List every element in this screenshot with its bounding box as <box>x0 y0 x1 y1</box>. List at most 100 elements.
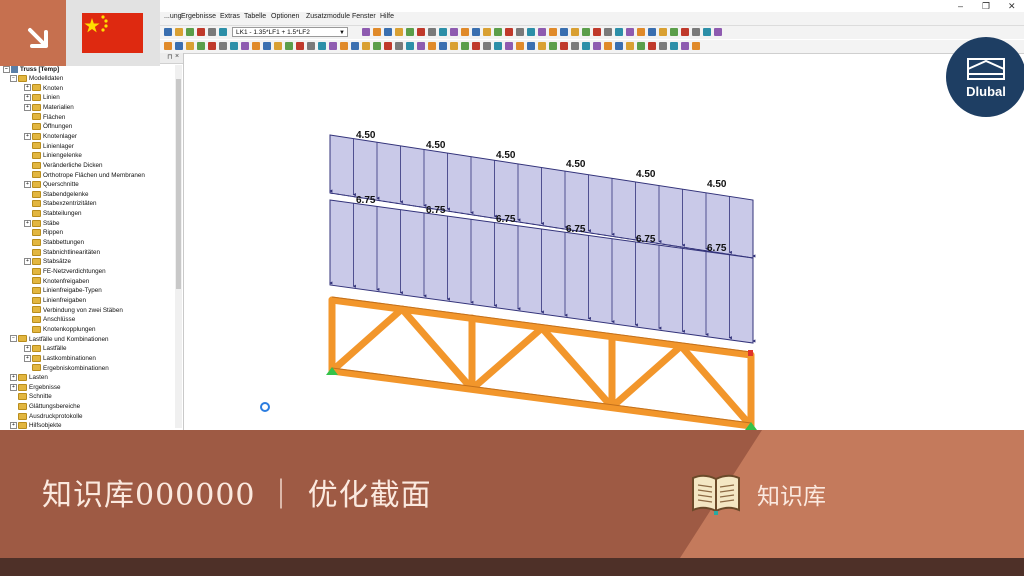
collapse-icon[interactable]: − <box>3 65 10 73</box>
tree-item[interactable]: Knotenfreigaben <box>24 277 89 286</box>
toolbar-button-icon[interactable] <box>461 42 469 50</box>
expand-icon[interactable]: + <box>24 258 31 266</box>
restore-icon[interactable]: ❐ <box>982 1 990 12</box>
toolbar-button-icon[interactable] <box>307 42 315 50</box>
toolbar-button-icon[interactable] <box>659 42 667 50</box>
menu-item-berechnung[interactable]: ...ung <box>164 13 182 20</box>
toolbar-button-icon[interactable] <box>219 28 227 36</box>
tree-item[interactable]: Liniengelenke <box>24 151 82 160</box>
tree-item[interactable]: Ergebniskombinationen <box>24 364 109 373</box>
expand-icon[interactable]: + <box>24 345 31 353</box>
menu-item-optionen[interactable]: Optionen <box>271 13 299 20</box>
toolbar-button-icon[interactable] <box>208 42 216 50</box>
toolbar-button-icon[interactable] <box>615 42 623 50</box>
tree-item[interactable]: Stabnichtlinearitäten <box>24 248 100 257</box>
toolbar-button-icon[interactable] <box>626 28 634 36</box>
tree-item[interactable]: Stabbettungen <box>24 238 84 247</box>
toolbar-button-icon[interactable] <box>593 28 601 36</box>
tree-item[interactable]: + Lastkombinationen <box>24 354 96 363</box>
toolbar-button-icon[interactable] <box>197 42 205 50</box>
toolbar-button-icon[interactable] <box>626 42 634 50</box>
toolbar-button-icon[interactable] <box>681 28 689 36</box>
load-combination-select[interactable]: LK1 - 1.35*LF1 + 1.5*LF2 ▼ <box>232 27 348 37</box>
toolbar-button-icon[interactable] <box>219 42 227 50</box>
toolbar-button-icon[interactable] <box>604 42 612 50</box>
toolbar-button-icon[interactable] <box>637 42 645 50</box>
tree-item[interactable]: + Materialien <box>24 103 74 112</box>
tree-item[interactable]: + Lastfälle <box>24 344 66 353</box>
toolbar-button-icon[interactable] <box>417 28 425 36</box>
toolbar-button-icon[interactable] <box>450 42 458 50</box>
toolbar-button-icon[interactable] <box>230 42 238 50</box>
toolbar-button-icon[interactable] <box>472 42 480 50</box>
toolbar-button-icon[interactable] <box>615 28 623 36</box>
navigator-close-icon[interactable]: × <box>175 53 179 60</box>
toolbar-button-icon[interactable] <box>406 42 414 50</box>
tree-item[interactable]: Schnitte <box>10 392 52 401</box>
toolbar-button-icon[interactable] <box>417 42 425 50</box>
toolbar-button-icon[interactable] <box>692 42 700 50</box>
tree-item[interactable]: FE-Netzverdichtungen <box>24 267 106 276</box>
toolbar-button-icon[interactable] <box>648 28 656 36</box>
toolbar-button-icon[interactable] <box>362 42 370 50</box>
toolbar-button-icon[interactable] <box>175 42 183 50</box>
expand-icon[interactable]: + <box>24 84 31 92</box>
toolbar-button-icon[interactable] <box>571 28 579 36</box>
tree-item[interactable]: Veränderliche Dicken <box>24 161 103 170</box>
toolbar-button-icon[interactable] <box>373 42 381 50</box>
toolbar-button-icon[interactable] <box>538 42 546 50</box>
toolbar-button-icon[interactable] <box>516 42 524 50</box>
toolbar-button-icon[interactable] <box>659 28 667 36</box>
toolbar-button-icon[interactable] <box>692 28 700 36</box>
menu-item-zusatzmodule[interactable]: Zusatzmodule <box>306 13 350 20</box>
expand-icon[interactable]: + <box>10 383 17 391</box>
toolbar-button-icon[interactable] <box>428 28 436 36</box>
toolbar-button-icon[interactable] <box>164 42 172 50</box>
truss-diagonal[interactable] <box>538 324 616 411</box>
tree-item[interactable]: Flächen <box>24 113 65 122</box>
tree-item[interactable]: Öffnungen <box>24 122 72 131</box>
close-icon[interactable]: ✕ <box>1008 1 1016 12</box>
toolbar-button-icon[interactable] <box>252 42 260 50</box>
truss-diagonal[interactable] <box>398 305 476 393</box>
tree-item[interactable]: Glättungsbereiche <box>10 402 80 411</box>
truss-diagonal[interactable] <box>608 342 685 411</box>
truss-diagonal[interactable] <box>468 324 546 393</box>
toolbar-button-icon[interactable] <box>670 42 678 50</box>
toolbar-button-icon[interactable] <box>395 42 403 50</box>
scrollbar-thumb[interactable] <box>176 79 181 289</box>
toolbar-button-icon[interactable] <box>516 28 524 36</box>
model-view[interactable]: 4.50 4.50 4.50 4.50 4.50 4.50 6.75 6.75 … <box>184 53 1024 430</box>
truss-bottom-chord[interactable] <box>328 367 755 430</box>
tree-item[interactable]: + Querschnitte <box>24 180 79 189</box>
tree-item[interactable]: Linienfreigaben <box>24 296 86 305</box>
toolbar-button-icon[interactable] <box>263 42 271 50</box>
navigator-scrollbar[interactable] <box>175 65 182 428</box>
collapse-icon[interactable]: − <box>10 74 17 82</box>
toolbar-button-icon[interactable] <box>593 42 601 50</box>
toolbar-button-icon[interactable] <box>505 42 513 50</box>
toolbar-button-icon[interactable] <box>527 28 535 36</box>
expand-icon[interactable]: + <box>10 422 17 430</box>
toolbar-button-icon[interactable] <box>472 28 480 36</box>
expand-icon[interactable]: + <box>24 103 31 111</box>
menu-item-fenster[interactable]: Fenster <box>352 13 376 20</box>
toolbar-button-icon[interactable] <box>208 28 216 36</box>
minimize-icon[interactable]: – <box>958 1 963 11</box>
toolbar-button-icon[interactable] <box>186 28 194 36</box>
toolbar-button-icon[interactable] <box>164 28 172 36</box>
tree-item[interactable]: Knotenkopplungen <box>24 325 96 334</box>
toolbar-button-icon[interactable] <box>505 28 513 36</box>
toolbar-button-icon[interactable] <box>340 42 348 50</box>
tree-root[interactable]: − Truss [Temp] <box>3 65 59 74</box>
collapse-icon[interactable]: − <box>10 335 17 343</box>
toolbar-button-icon[interactable] <box>560 42 568 50</box>
toolbar-button-icon[interactable] <box>681 42 689 50</box>
toolbar-button-icon[interactable] <box>494 42 502 50</box>
toolbar-button-icon[interactable] <box>384 42 392 50</box>
toolbar-button-icon[interactable] <box>296 42 304 50</box>
toolbar-button-icon[interactable] <box>461 28 469 36</box>
toolbar-button-icon[interactable] <box>384 28 392 36</box>
toolbar-button-icon[interactable] <box>538 28 546 36</box>
truss-diagonal[interactable] <box>328 305 406 375</box>
